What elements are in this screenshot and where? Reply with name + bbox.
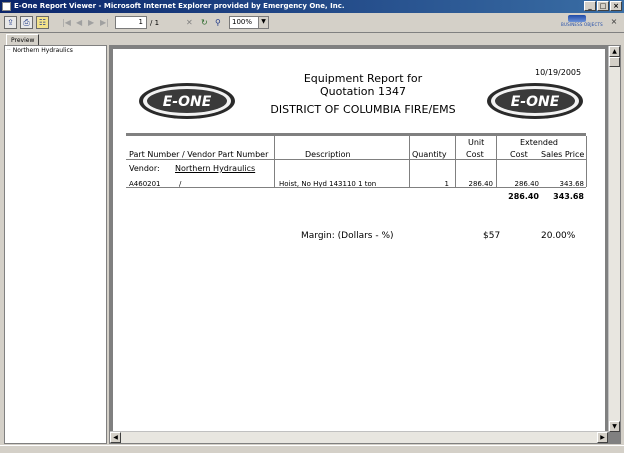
e-one-logo-right: E-ONE (485, 81, 585, 121)
report-view-pane: E-ONE Equipment Report for Quotation 134… (109, 45, 621, 444)
zoom-select[interactable]: 100% ▼ (229, 16, 269, 29)
first-page-icon[interactable]: |◀ (62, 16, 71, 30)
maximize-button[interactable]: □ (597, 1, 609, 11)
page-total-label: / 1 (150, 19, 160, 27)
e-one-logo-left: E-ONE (137, 81, 237, 121)
business-objects-mark (568, 15, 586, 22)
print-icon[interactable]: ⎙ (20, 16, 33, 29)
page-number-input[interactable]: 1 (115, 16, 147, 29)
window-titlebar[interactable]: E-One Report Viewer - Microsoft Internet… (0, 0, 624, 13)
total-ext-cost: 286.40 (508, 192, 539, 201)
next-page-icon[interactable]: ▶ (88, 16, 94, 30)
margin-percent: 20.00% (541, 231, 576, 241)
col-header-unit-cost-1: Unit (468, 138, 485, 147)
minimize-button[interactable]: _ (584, 1, 596, 11)
scroll-down-icon[interactable]: ▼ (609, 421, 620, 432)
logo-text: E-ONE (511, 94, 560, 110)
close-viewer-icon[interactable]: × (609, 16, 619, 27)
report-page: E-ONE Equipment Report for Quotation 134… (113, 49, 605, 434)
col-header-ext-cost: Cost (510, 150, 528, 159)
col-header-unit-cost-2: Cost (466, 150, 484, 159)
report-title-line3: DISTRICT OF COLUMBIA FIRE/EMS (270, 103, 456, 116)
export-icon[interactable]: ⇪ (4, 16, 17, 29)
col-header-description: Description (305, 150, 351, 159)
margin-dollars: $57 (483, 231, 501, 241)
vendor-label: Vendor: (129, 164, 160, 173)
business-objects-text: BUSINESS OBJECTS (561, 22, 603, 27)
status-bar (0, 445, 624, 453)
window-title: E-One Report Viewer - Microsoft Internet… (14, 2, 345, 10)
column-divider (274, 136, 275, 187)
tree-connector-icon: ·· (7, 47, 11, 54)
col-header-extended: Extended (520, 138, 558, 147)
scroll-left-icon[interactable]: ◀ (110, 432, 121, 443)
column-divider (409, 136, 410, 187)
table-bottom-rule (126, 187, 586, 188)
group-tree-toggle-icon[interactable]: ☷ (36, 16, 49, 29)
header-bottom-rule (126, 159, 586, 160)
last-page-icon[interactable]: ▶| (100, 16, 109, 30)
ie-app-icon (2, 2, 11, 11)
stop-icon[interactable]: ✕ (186, 16, 193, 30)
report-date: 10/19/2005 (535, 68, 582, 77)
logo-text: E-ONE (163, 94, 212, 110)
horizontal-scrollbar[interactable]: ◀ ▶ (110, 431, 608, 443)
margin-label: Margin: (Dollars - %) (301, 231, 394, 241)
zoom-value: 100% (232, 18, 253, 26)
total-sales-price: 343.68 (553, 192, 584, 201)
col-header-sales-price: Sales Price (541, 150, 585, 159)
vendor-name: Northern Hydraulics (175, 164, 256, 173)
window-controls: _ □ × (584, 1, 622, 11)
business-objects-logo: BUSINESS OBJECTS (561, 15, 603, 31)
group-tree-pane: ·· Northern Hydraulics (4, 45, 107, 444)
close-window-button[interactable]: × (610, 1, 622, 11)
chevron-down-icon[interactable]: ▼ (258, 17, 268, 28)
refresh-icon[interactable]: ↻ (201, 16, 208, 30)
scroll-up-icon[interactable]: ▲ (609, 46, 620, 57)
column-divider (586, 136, 587, 187)
col-header-quantity: Quantity (412, 150, 447, 159)
report-title-line1: Equipment Report for (303, 72, 423, 85)
view-tabs: Preview (0, 33, 624, 46)
tree-item-northern-hydraulics[interactable]: ·· Northern Hydraulics (7, 47, 73, 54)
col-header-part: Part Number / Vendor Part Number (129, 150, 269, 159)
report-title-line2: Quotation 1347 (320, 85, 406, 98)
vertical-scrollbar[interactable]: ▲ ▼ (608, 46, 620, 432)
previous-page-icon[interactable]: ◀ (76, 16, 82, 30)
tree-item-label: Northern Hydraulics (12, 47, 73, 54)
search-icon[interactable]: ⚲ (215, 16, 221, 30)
report-toolbar: ⇪ ⎙ ☷ |◀ ◀ ▶ ▶| 1 / 1 ✕ ↻ ⚲ 100% ▼ BUSIN… (0, 13, 624, 33)
scroll-right-icon[interactable]: ▶ (597, 432, 608, 443)
table-top-rule (126, 133, 586, 136)
vertical-scroll-thumb[interactable] (609, 57, 620, 67)
